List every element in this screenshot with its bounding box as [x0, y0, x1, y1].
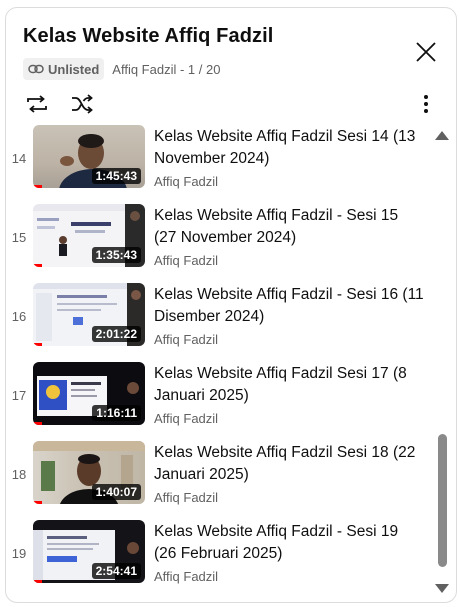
duration-badge: 2:01:22 — [91, 326, 141, 342]
playlist-panel: Kelas Website Affiq Fadzil Unlisted Affi… — [5, 7, 457, 603]
duration-badge: 1:35:43 — [91, 247, 141, 263]
thumbnail[interactable]: 1:45:43 — [33, 125, 145, 188]
playlist-title[interactable]: Kelas Website Affiq Fadzil — [23, 25, 273, 48]
channel-name[interactable]: Affiq Fadzil — [154, 569, 218, 584]
item-index: 18 — [11, 467, 27, 482]
playlist-meta: Unlisted Affiq Fadzil - 1 / 20 — [23, 58, 220, 80]
thumbnail[interactable]: 1:40:07 — [33, 441, 145, 504]
shuffle-icon[interactable] — [69, 91, 95, 117]
privacy-label: Unlisted — [48, 61, 100, 77]
video-title[interactable]: Kelas Website Affiq Fadzil - Sesi 15 (27… — [154, 205, 424, 249]
owner-position[interactable]: Affiq Fadzil - 1 / 20 — [112, 62, 220, 77]
privacy-badge: Unlisted — [23, 58, 105, 80]
thumbnail[interactable]: 1:35:43 — [33, 204, 145, 267]
channel-name[interactable]: Affiq Fadzil — [154, 253, 218, 268]
duration-badge: 2:54:41 — [91, 563, 141, 579]
close-icon[interactable] — [412, 38, 440, 66]
channel-name[interactable]: Affiq Fadzil — [154, 411, 218, 426]
playlist-header: Kelas Website Affiq Fadzil Unlisted Affi… — [6, 8, 456, 124]
channel-name[interactable]: Affiq Fadzil — [154, 174, 218, 189]
item-index: 16 — [11, 309, 27, 324]
item-index: 14 — [11, 151, 27, 166]
watch-progress — [33, 185, 42, 188]
watch-progress — [33, 580, 42, 583]
thumbnail[interactable]: 2:54:41 — [33, 520, 145, 583]
playlist-item[interactable]: 18 1:40:07 Kelas Website Affiq Fadzil Se… — [6, 441, 436, 511]
thumbnail[interactable]: 1:16:11 — [33, 362, 145, 425]
playlist-items: 14 1:45:43 Kelas Website Affiq Fadzil Se… — [6, 124, 436, 602]
playlist-item[interactable]: 19 2:54:41 Kelas Website Affiq Fadzil - … — [6, 520, 436, 590]
scroll-up-arrow-icon[interactable] — [434, 129, 450, 141]
more-vert-icon[interactable] — [413, 91, 439, 117]
playlist-item[interactable]: 16 2:01:22 Kelas Website Affiq Fadzil - … — [6, 283, 436, 353]
scroll-down-arrow-icon[interactable] — [434, 583, 450, 595]
thumbnail[interactable]: 2:01:22 — [33, 283, 145, 346]
video-title[interactable]: Kelas Website Affiq Fadzil Sesi 17 (8 Ja… — [154, 363, 424, 407]
playlist-item[interactable]: 15 1:35:43 Kelas Website Affiq Fadzil - … — [6, 204, 436, 274]
watch-progress — [33, 501, 42, 504]
item-index: 17 — [11, 388, 27, 403]
playlist-item[interactable]: 17 1:16:11 Kelas Website Affiq Fadzil Se… — [6, 362, 436, 432]
scrollbar-thumb[interactable] — [438, 434, 447, 567]
item-index: 15 — [11, 230, 27, 245]
channel-name[interactable]: Affiq Fadzil — [154, 490, 218, 505]
watch-progress — [33, 422, 42, 425]
video-title[interactable]: Kelas Website Affiq Fadzil Sesi 14 (13 N… — [154, 126, 424, 170]
video-title[interactable]: Kelas Website Affiq Fadzil Sesi 18 (22 J… — [154, 442, 424, 486]
channel-name[interactable]: Affiq Fadzil — [154, 332, 218, 347]
duration-badge: 1:45:43 — [91, 168, 141, 184]
watch-progress — [33, 343, 42, 346]
duration-badge: 1:40:07 — [91, 484, 141, 500]
link-icon — [28, 64, 44, 74]
duration-badge: 1:16:11 — [92, 405, 141, 421]
watch-progress — [33, 264, 42, 267]
playlist-item[interactable]: 14 1:45:43 Kelas Website Affiq Fadzil Se… — [6, 125, 436, 195]
item-index: 19 — [11, 546, 27, 561]
video-title[interactable]: Kelas Website Affiq Fadzil - Sesi 16 (11… — [154, 284, 424, 328]
video-title[interactable]: Kelas Website Affiq Fadzil - Sesi 19 (26… — [154, 521, 424, 565]
loop-icon[interactable] — [24, 91, 50, 117]
